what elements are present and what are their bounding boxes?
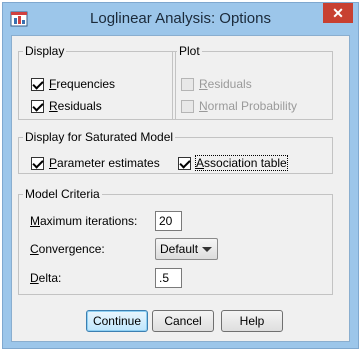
delta-label: Delta:	[30, 271, 62, 285]
parameter-estimates-checkbox[interactable]: Parameter estimates	[31, 154, 160, 172]
saturated-model-legend: Display for Saturated Model	[25, 130, 174, 144]
association-table-checkbox-box[interactable]	[178, 156, 191, 170]
chevron-down-icon	[202, 246, 213, 252]
plot-residuals-label: Residuals	[199, 77, 252, 91]
window-title: Loglinear Analysis: Options	[90, 10, 271, 27]
close-icon[interactable]: ✕	[323, 3, 353, 23]
convergence-value: Default	[160, 242, 199, 256]
dialog-body: Display Frequencies Residuals Plot Resid…	[11, 35, 350, 342]
plot-residuals-checkbox-box	[181, 77, 194, 91]
association-table-label: Association table	[195, 155, 288, 171]
parameter-estimates-checkbox-box[interactable]	[31, 156, 44, 170]
convergence-label: Convergence:	[30, 242, 105, 256]
plot-legend: Plot	[179, 44, 200, 58]
dialog-window: Loglinear Analysis: Options ✕ Display Fr…	[2, 2, 359, 349]
convergence-select[interactable]: Default	[155, 238, 218, 260]
normal-probability-checkbox: Normal Probability	[181, 97, 297, 115]
frequencies-checkbox[interactable]: Frequencies	[31, 75, 115, 93]
association-table-checkbox[interactable]: Association table	[178, 154, 288, 172]
plot-residuals-checkbox: Residuals	[181, 75, 252, 93]
maximum-iterations-label: Maximum iterations:	[30, 214, 138, 228]
cancel-button[interactable]: Cancel	[152, 310, 214, 332]
frequencies-checkbox-box[interactable]	[31, 77, 44, 91]
residuals-checkbox[interactable]: Residuals	[31, 97, 102, 115]
normal-probability-label: Normal Probability	[199, 99, 298, 113]
residuals-checkbox-box[interactable]	[31, 99, 44, 113]
title-bar[interactable]: Loglinear Analysis: Options ✕	[3, 3, 358, 35]
residuals-label: Residuals	[49, 99, 102, 113]
frequencies-label: Frequencies	[49, 77, 116, 91]
help-button[interactable]: Help	[221, 310, 283, 332]
display-legend: Display	[25, 44, 65, 58]
parameter-estimates-label: Parameter estimates	[49, 156, 160, 170]
normal-probability-checkbox-box	[181, 99, 194, 113]
continue-button[interactable]: Continue	[86, 310, 148, 332]
delta-input[interactable]: .5	[155, 268, 182, 288]
model-criteria-legend: Model Criteria	[25, 187, 100, 201]
maximum-iterations-input[interactable]: 20	[155, 211, 182, 231]
